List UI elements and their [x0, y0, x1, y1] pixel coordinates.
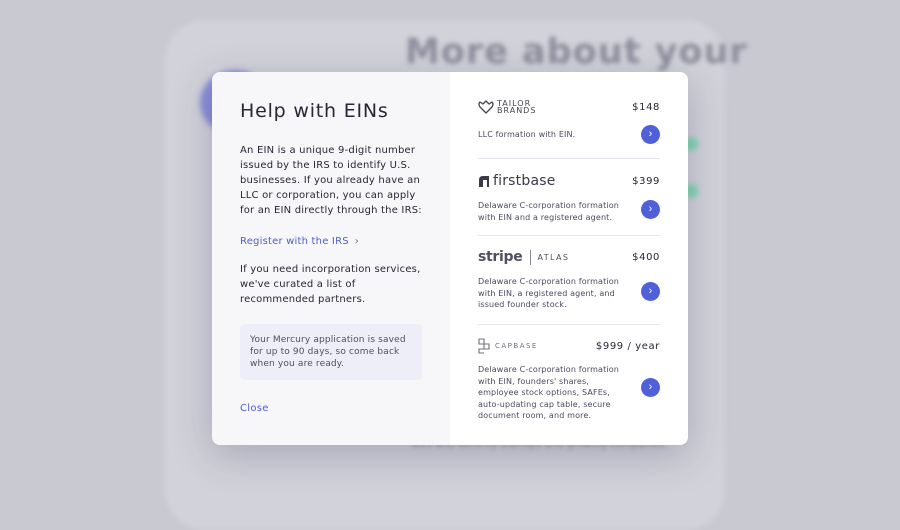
- ein-intro-text: An EIN is a unique 9-digit number issued…: [240, 145, 422, 216]
- stripe-atlas-description: Delaware C-corporation formation with EI…: [478, 277, 619, 309]
- close-button[interactable]: Close: [240, 403, 269, 414]
- modal-info-panel: Help with EINs An EIN is a unique 9-digi…: [212, 72, 450, 445]
- chevron-right-icon: ›: [354, 236, 359, 247]
- register-irs-link[interactable]: Register with the IRS ›: [240, 236, 359, 247]
- register-irs-link-label: Register with the IRS: [240, 236, 349, 247]
- capbase-description: Delaware C-corporation formation with EI…: [478, 365, 619, 420]
- tailor-brands-price: $148: [632, 101, 660, 113]
- firstbase-price: $399: [632, 175, 660, 187]
- partner-divider: [478, 324, 660, 325]
- heart-crown-icon: [478, 100, 494, 114]
- partner-divider: [478, 158, 660, 159]
- stripe-atlas-open-button[interactable]: ›: [641, 282, 660, 301]
- stripe-atlas-logo: stripe ATLAS: [478, 249, 569, 265]
- atlas-wordmark: ATLAS: [537, 252, 570, 262]
- partner-capbase: CAPBASE $999 / year Delaware C-corporati…: [478, 338, 660, 422]
- capbase-wordmark: CAPBASE: [495, 342, 538, 350]
- tailor-brands-logo-bottom: BRANDS: [497, 106, 537, 115]
- ein-help-modal: Help with EINs An EIN is a unique 9-digi…: [212, 72, 688, 445]
- partner-stripe-atlas: stripe ATLAS $400 Delaware C-corporation…: [478, 249, 660, 311]
- firstbase-mark-icon: [479, 175, 489, 187]
- logo-separator: [530, 249, 532, 265]
- tailor-brands-description: LLC formation with EIN.: [478, 130, 576, 139]
- partner-firstbase: firstbase $399 Delaware C-corporation fo…: [478, 173, 660, 223]
- firstbase-open-button[interactable]: ›: [641, 200, 660, 219]
- capbase-logo: CAPBASE: [478, 338, 538, 354]
- chevron-right-icon: ›: [648, 381, 653, 393]
- modal-title: Help with EINs: [240, 100, 389, 122]
- background-title: More about your: [405, 32, 748, 72]
- capbase-price: $999 / year: [595, 340, 660, 352]
- tailor-brands-logo: TAILOR BRANDS: [478, 99, 536, 115]
- chevron-right-icon: ›: [648, 128, 653, 140]
- firstbase-wordmark: firstbase: [493, 173, 556, 189]
- firstbase-logo: firstbase: [478, 173, 556, 189]
- partner-divider: [478, 235, 660, 236]
- chevron-right-icon: ›: [648, 203, 653, 215]
- stripe-wordmark: stripe: [478, 249, 523, 265]
- partners-panel: TAILOR BRANDS $148 LLC formation with EI…: [450, 72, 688, 445]
- partners-intro-text: If you need incorporation services, we'v…: [240, 264, 421, 305]
- chevron-right-icon: ›: [648, 285, 653, 297]
- application-saved-note: Your Mercury application is saved for up…: [240, 324, 422, 380]
- stripe-atlas-price: $400: [632, 251, 660, 263]
- capbase-open-button[interactable]: ›: [641, 378, 660, 397]
- partner-tailor-brands: TAILOR BRANDS $148 LLC formation with EI…: [478, 99, 660, 144]
- capbase-mark-icon: [478, 338, 490, 354]
- tailor-brands-open-button[interactable]: ›: [641, 125, 660, 144]
- firstbase-description: Delaware C-corporation formation with EI…: [478, 201, 619, 222]
